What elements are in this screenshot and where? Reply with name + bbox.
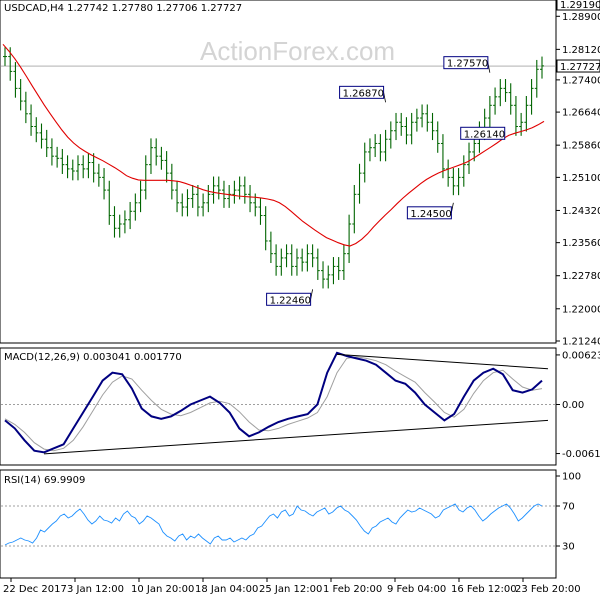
macd-y-tick-label: 0.00: [562, 400, 584, 411]
price-y-tick-label: 1.28900: [562, 12, 600, 23]
x-tick-label: 1 Feb 20:00: [323, 584, 382, 595]
price-y-tick-label: 1.28120: [562, 45, 600, 56]
price-y-tick-label: 1.24320: [562, 206, 600, 217]
macd-header: MACD(12,26,9) 0.003041 0.001770: [4, 352, 182, 363]
x-tick-label: 23 Feb 20:00: [515, 584, 581, 595]
x-tick-label: 25 Jan 12:00: [259, 584, 322, 595]
x-tick-label: 10 Jan 20:00: [131, 584, 194, 595]
x-tick-label: 3 Jan 12:00: [67, 584, 124, 595]
x-tick-label: 22 Dec 2017: [3, 584, 67, 595]
x-tick-label: 16 Feb 12:00: [451, 584, 517, 595]
price-y-tick-label: 1.25100: [562, 173, 600, 184]
rsi-y-tick-label: 30: [562, 542, 575, 553]
watermark: ActionForex.com: [200, 36, 395, 66]
rsi-y-tick-label: 70: [562, 502, 575, 513]
price-y-tick-label: 1.26640: [562, 108, 600, 119]
annotation-label: 1.26140: [464, 129, 505, 140]
price-y-tick-label: 1.21240: [562, 337, 600, 348]
price-header: USDCAD,H4 1.27742 1.27780 1.27706 1.2772…: [4, 3, 242, 14]
top-price-label: 1.29190: [560, 0, 600, 11]
price-y-tick-label: 1.22780: [562, 271, 600, 282]
annotation-label: 1.22460: [270, 295, 311, 306]
price-y-tick-label: 1.23560: [562, 238, 600, 249]
x-tick-label: 9 Feb 04:00: [387, 584, 446, 595]
macd-panel: [0, 347, 557, 466]
macd-y-tick-label: 0.006232: [562, 350, 600, 361]
price-y-tick-label: 1.27400: [562, 75, 600, 86]
price-y-tick-label: 1.25860: [562, 141, 600, 152]
macd-y-tick-label: -0.006163: [562, 449, 600, 460]
rsi-y-tick-label: 100: [562, 472, 581, 483]
annotation-label: 1.24500: [410, 209, 451, 220]
chart-canvas: ActionForex.com USDCAD,H4 1.27742 1.2778…: [0, 0, 600, 595]
last-price-label: 1.27727: [560, 62, 600, 73]
x-tick-label: 18 Jan 04:00: [195, 584, 258, 595]
price-y-tick-label: 1.22000: [562, 304, 600, 315]
annotation-label: 1.27570: [447, 59, 488, 70]
rsi-panel: [0, 469, 557, 579]
rsi-header: RSI(14) 69.9909: [4, 475, 85, 486]
annotation-label: 1.26870: [343, 88, 384, 99]
